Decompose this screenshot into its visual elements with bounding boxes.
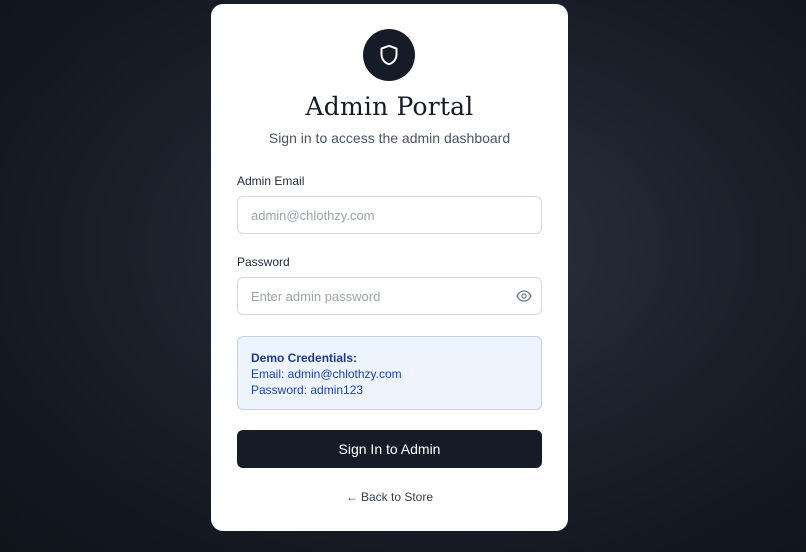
shield-logo (363, 29, 415, 81)
login-card: Admin Portal Sign in to access the admin… (211, 4, 568, 531)
sign-in-button[interactable]: Sign In to Admin (237, 430, 542, 468)
email-label: Admin Email (237, 174, 305, 188)
shield-icon (380, 44, 398, 66)
password-field[interactable] (238, 278, 498, 314)
email-field[interactable] (238, 197, 498, 233)
demo-email-line: Email: admin@chlothzy.com (251, 367, 402, 381)
demo-credentials-box: Demo Credentials: Email: admin@chlothzy.… (237, 336, 542, 410)
demo-credentials-title: Demo Credentials: (251, 351, 358, 365)
email-field-wrapper[interactable] (237, 196, 542, 234)
password-label: Password (237, 255, 290, 269)
page-subtitle: Sign in to access the admin dashboard (268, 130, 511, 146)
page-title: Admin Portal (305, 92, 474, 121)
back-to-store-label: Back to Store (360, 490, 434, 504)
eye-icon[interactable] (516, 289, 532, 303)
password-field-wrapper[interactable] (237, 277, 542, 315)
demo-password-line: Password: admin123 (251, 383, 364, 397)
back-to-store-link[interactable]: ← Back to Store (211, 490, 568, 504)
arrow-left-icon: ← (345, 490, 358, 504)
